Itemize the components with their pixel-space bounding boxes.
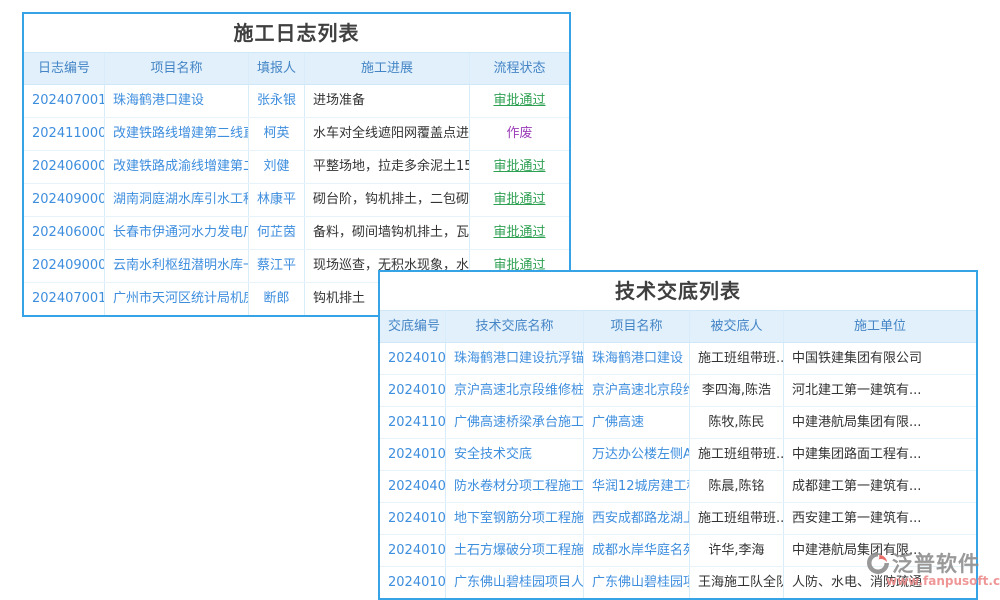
- disclosure-name-link[interactable]: 广佛高速桥梁承台施工技...: [446, 407, 584, 438]
- disclosure-name-link[interactable]: 京沪高速北京段维修桩帽...: [446, 375, 584, 406]
- reporter-name: 张永银: [249, 85, 305, 117]
- disclosure-name-link[interactable]: 土石方爆破分项工程施工...: [446, 535, 584, 566]
- progress-text: 砌台阶，钩机排土，二包砌...: [305, 184, 470, 216]
- status-badge[interactable]: 审批通过: [470, 85, 569, 117]
- receiver-name: 许华,李海: [690, 535, 784, 566]
- reporter-name: 蔡江平: [249, 250, 305, 282]
- table-row: 2024040001 防水卷材分项工程施工技... 华润12城房建工程... 陈…: [380, 471, 976, 503]
- project-name-link[interactable]: 京沪高速北京段维修: [584, 375, 690, 406]
- disclosure-id-link[interactable]: 2024010004: [380, 375, 446, 406]
- table-row: 2024010003 安全技术交底 万达办公楼左侧A... 施工班组带班... …: [380, 439, 976, 471]
- project-name-link[interactable]: 万达办公楼左侧A...: [584, 439, 690, 470]
- column-header-progress: 施工进展: [305, 53, 470, 84]
- tech-disclosure-title: 技术交底列表: [380, 272, 976, 310]
- receiver-name: 施工班组带班...: [690, 343, 784, 374]
- reporter-name: 柯英: [249, 118, 305, 150]
- project-name-link[interactable]: 华润12城房建工程...: [584, 471, 690, 502]
- reporter-name: 断郎: [249, 283, 305, 315]
- column-header-construction-unit: 施工单位: [784, 311, 976, 342]
- log-id-link[interactable]: 2024060006: [24, 151, 105, 183]
- status-badge[interactable]: 审批通过: [470, 184, 569, 216]
- log-id-link[interactable]: 2024090009: [24, 184, 105, 216]
- construction-unit: 河北建工第一建筑有...: [784, 375, 976, 406]
- log-id-link[interactable]: 2024090009: [24, 250, 105, 282]
- fanpu-logo-icon: [866, 551, 890, 575]
- table-row: 2024090009 湖南洞庭湖水库引水工程... 林康平 砌台阶，钩机排土，二…: [24, 184, 569, 217]
- table-row: 2024110001 广佛高速桥梁承台施工技... 广佛高速 陈牧,陈民 中建港…: [380, 407, 976, 439]
- construction-log-header-row: 日志编号 项目名称 填报人 施工进展 流程状态: [24, 52, 569, 85]
- status-badge[interactable]: 审批通过: [470, 217, 569, 249]
- tech-disclosure-header-row: 交底编号 技术交底名称 项目名称 被交底人 施工单位: [380, 310, 976, 343]
- project-name-link[interactable]: 改建铁路线增建第二线直...: [105, 118, 249, 150]
- progress-text: 进场准备: [305, 85, 470, 117]
- construction-unit: 中建集团路面工程有...: [784, 439, 976, 470]
- receiver-name: 施工班组带班...: [690, 503, 784, 534]
- reporter-name: 何芷茵: [249, 217, 305, 249]
- receiver-name: 施工班组带班...: [690, 439, 784, 470]
- disclosure-name-link[interactable]: 广东佛山碧桂园项目人防...: [446, 567, 584, 598]
- project-name-link[interactable]: 改建铁路成渝线增建第二...: [105, 151, 249, 183]
- table-row: 2024110002 改建铁路线增建第二线直... 柯英 水车对全线遮阳网覆盖点…: [24, 118, 569, 151]
- table-row: 2024070011 珠海鹤港口建设 张永银 进场准备 审批通过: [24, 85, 569, 118]
- column-header-disclosure-id: 交底编号: [380, 311, 446, 342]
- log-id-link[interactable]: 2024060005: [24, 217, 105, 249]
- column-header-disclosure-name: 技术交底名称: [446, 311, 584, 342]
- project-name-link[interactable]: 珠海鹤港口建设: [105, 85, 249, 117]
- project-name-link[interactable]: 广佛高速: [584, 407, 690, 438]
- disclosure-name-link[interactable]: 地下室钢筋分项工程施工...: [446, 503, 584, 534]
- receiver-name: 李四海,陈浩: [690, 375, 784, 406]
- disclosure-id-link[interactable]: 2024010003: [380, 439, 446, 470]
- table-row: 2024010004 京沪高速北京段维修桩帽... 京沪高速北京段维修 李四海,…: [380, 375, 976, 407]
- page: 施工日志列表 日志编号 项目名称 填报人 施工进展 流程状态 202407001…: [0, 0, 1000, 600]
- table-row: 2024010003 珠海鹤港口建设抗浮锚杆... 珠海鹤港口建设 施工班组带班…: [380, 343, 976, 375]
- construction-unit: 成都建工第一建筑有...: [784, 471, 976, 502]
- progress-text: 平整场地，拉走多余泥土15...: [305, 151, 470, 183]
- column-header-log-id: 日志编号: [24, 53, 105, 84]
- disclosure-id-link[interactable]: 2024010001: [380, 567, 446, 598]
- column-header-flow-status: 流程状态: [470, 53, 569, 84]
- disclosure-id-link[interactable]: 2024110001: [380, 407, 446, 438]
- status-badge[interactable]: 作废: [470, 118, 569, 150]
- column-header-project-name: 项目名称: [584, 311, 690, 342]
- progress-text: 备料，砌间墙钩机排土，瓦...: [305, 217, 470, 249]
- construction-unit: 西安建工第一建筑有...: [784, 503, 976, 534]
- log-id-link[interactable]: 2024070011: [24, 283, 105, 315]
- project-name-link[interactable]: 长春市伊通河水力发电厂...: [105, 217, 249, 249]
- receiver-name: 陈晨,陈铭: [690, 471, 784, 502]
- column-header-reporter: 填报人: [249, 53, 305, 84]
- receiver-name: 陈牧,陈民: [690, 407, 784, 438]
- progress-text: 水车对全线遮阳网覆盖点进...: [305, 118, 470, 150]
- watermark-url-text: www.fanpusoft.com: [886, 574, 1000, 588]
- construction-unit: 中国铁建集团有限公司: [784, 343, 976, 374]
- table-row: 2024010002 地下室钢筋分项工程施工... 西安成都路龙湖上... 施工…: [380, 503, 976, 535]
- project-name-link[interactable]: 西安成都路龙湖上...: [584, 503, 690, 534]
- reporter-name: 刘健: [249, 151, 305, 183]
- project-name-link[interactable]: 湖南洞庭湖水库引水工程...: [105, 184, 249, 216]
- status-badge[interactable]: 审批通过: [470, 151, 569, 183]
- project-name-link[interactable]: 广东佛山碧桂园项目: [584, 567, 690, 598]
- project-name-link[interactable]: 珠海鹤港口建设: [584, 343, 690, 374]
- watermark: 泛普软件 www.fanpusoft.com: [866, 548, 1000, 588]
- disclosure-id-link[interactable]: 2024040001: [380, 471, 446, 502]
- disclosure-id-link[interactable]: 2024010002: [380, 503, 446, 534]
- table-row: 2024060005 长春市伊通河水力发电厂... 何芷茵 备料，砌间墙钩机排土…: [24, 217, 569, 250]
- column-header-project-name: 项目名称: [105, 53, 249, 84]
- disclosure-id-link[interactable]: 2024010003: [380, 343, 446, 374]
- construction-unit: 中建港航局集团有限...: [784, 407, 976, 438]
- table-row: 2024060006 改建铁路成渝线增建第二... 刘健 平整场地，拉走多余泥土…: [24, 151, 569, 184]
- log-id-link[interactable]: 2024110002: [24, 118, 105, 150]
- project-name-link[interactable]: 云南水利枢纽潜明水库一...: [105, 250, 249, 282]
- project-name-link[interactable]: 成都水岸华庭名苑...: [584, 535, 690, 566]
- construction-log-title: 施工日志列表: [24, 14, 569, 52]
- disclosure-name-link[interactable]: 珠海鹤港口建设抗浮锚杆...: [446, 343, 584, 374]
- disclosure-id-link[interactable]: 2024010002: [380, 535, 446, 566]
- column-header-receiver: 被交底人: [690, 311, 784, 342]
- project-name-link[interactable]: 广州市天河区统计局机房...: [105, 283, 249, 315]
- reporter-name: 林康平: [249, 184, 305, 216]
- log-id-link[interactable]: 2024070011: [24, 85, 105, 117]
- receiver-name: 王海施工队全队: [690, 567, 784, 598]
- disclosure-name-link[interactable]: 安全技术交底: [446, 439, 584, 470]
- disclosure-name-link[interactable]: 防水卷材分项工程施工技...: [446, 471, 584, 502]
